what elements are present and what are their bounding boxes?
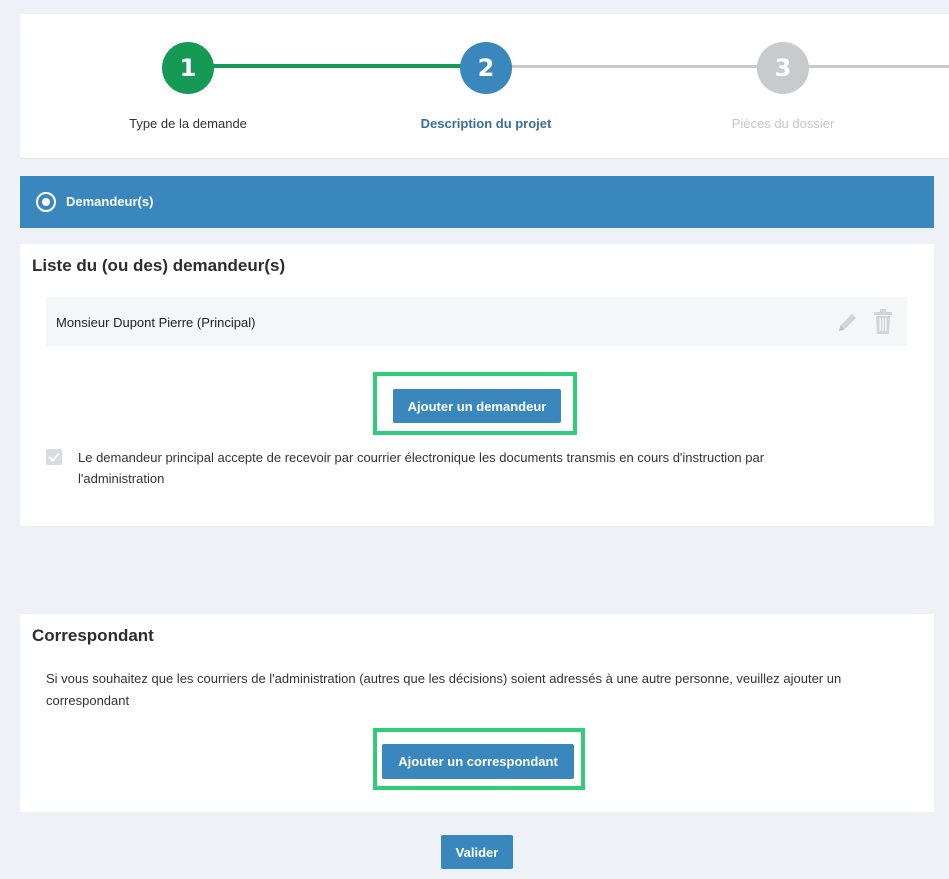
add-correspondent-button[interactable]: Ajouter un correspondant: [382, 744, 574, 779]
step-3-label: Pièces du dossier: [731, 116, 835, 131]
step-2-circle[interactable]: 2: [460, 42, 512, 94]
trash-icon[interactable]: [872, 309, 894, 335]
consent-checkbox[interactable]: [46, 449, 62, 465]
applicant-row: Monsieur Dupont Pierre (Principal): [46, 297, 907, 346]
step-connector-completed: [188, 64, 484, 68]
correspondent-text-line1: Si vous souhaitez que les courriers de l…: [46, 671, 842, 686]
applicant-name: Monsieur Dupont Pierre (Principal): [56, 315, 256, 330]
correspondent-text-line2: correspondant: [46, 693, 130, 708]
consent-text-line2: l'administration: [78, 471, 165, 486]
applicants-title: Liste du (ou des) demandeur(s): [32, 256, 286, 275]
step-3-circle: 3: [757, 42, 809, 94]
consent-text-line1: Le demandeur principal accepte de recevo…: [78, 450, 765, 465]
step-1-label[interactable]: Type de la demande: [78, 116, 298, 131]
step-1-circle[interactable]: 1: [162, 42, 214, 94]
radio-selected-icon: [36, 192, 56, 212]
pencil-icon[interactable]: [836, 310, 860, 334]
page-background: 1 2 3 Type de la demande Description du …: [0, 0, 949, 879]
section-title: Demandeur(s): [66, 194, 154, 209]
correspondent-title: Correspondant: [32, 626, 154, 645]
add-applicant-button[interactable]: Ajouter un demandeur: [393, 389, 561, 423]
step-connector-upcoming: [486, 65, 949, 68]
step-2-number: 2: [477, 54, 495, 82]
step-2-label[interactable]: Description du projet: [376, 116, 596, 131]
progress-stepper: 1 2 3 Type de la demande Description du …: [20, 14, 949, 159]
step-1-number: 1: [179, 54, 197, 82]
submit-button[interactable]: Valider: [441, 835, 513, 869]
section-header-demandeurs[interactable]: Demandeur(s): [20, 176, 934, 228]
step-3-number: 3: [774, 54, 792, 82]
